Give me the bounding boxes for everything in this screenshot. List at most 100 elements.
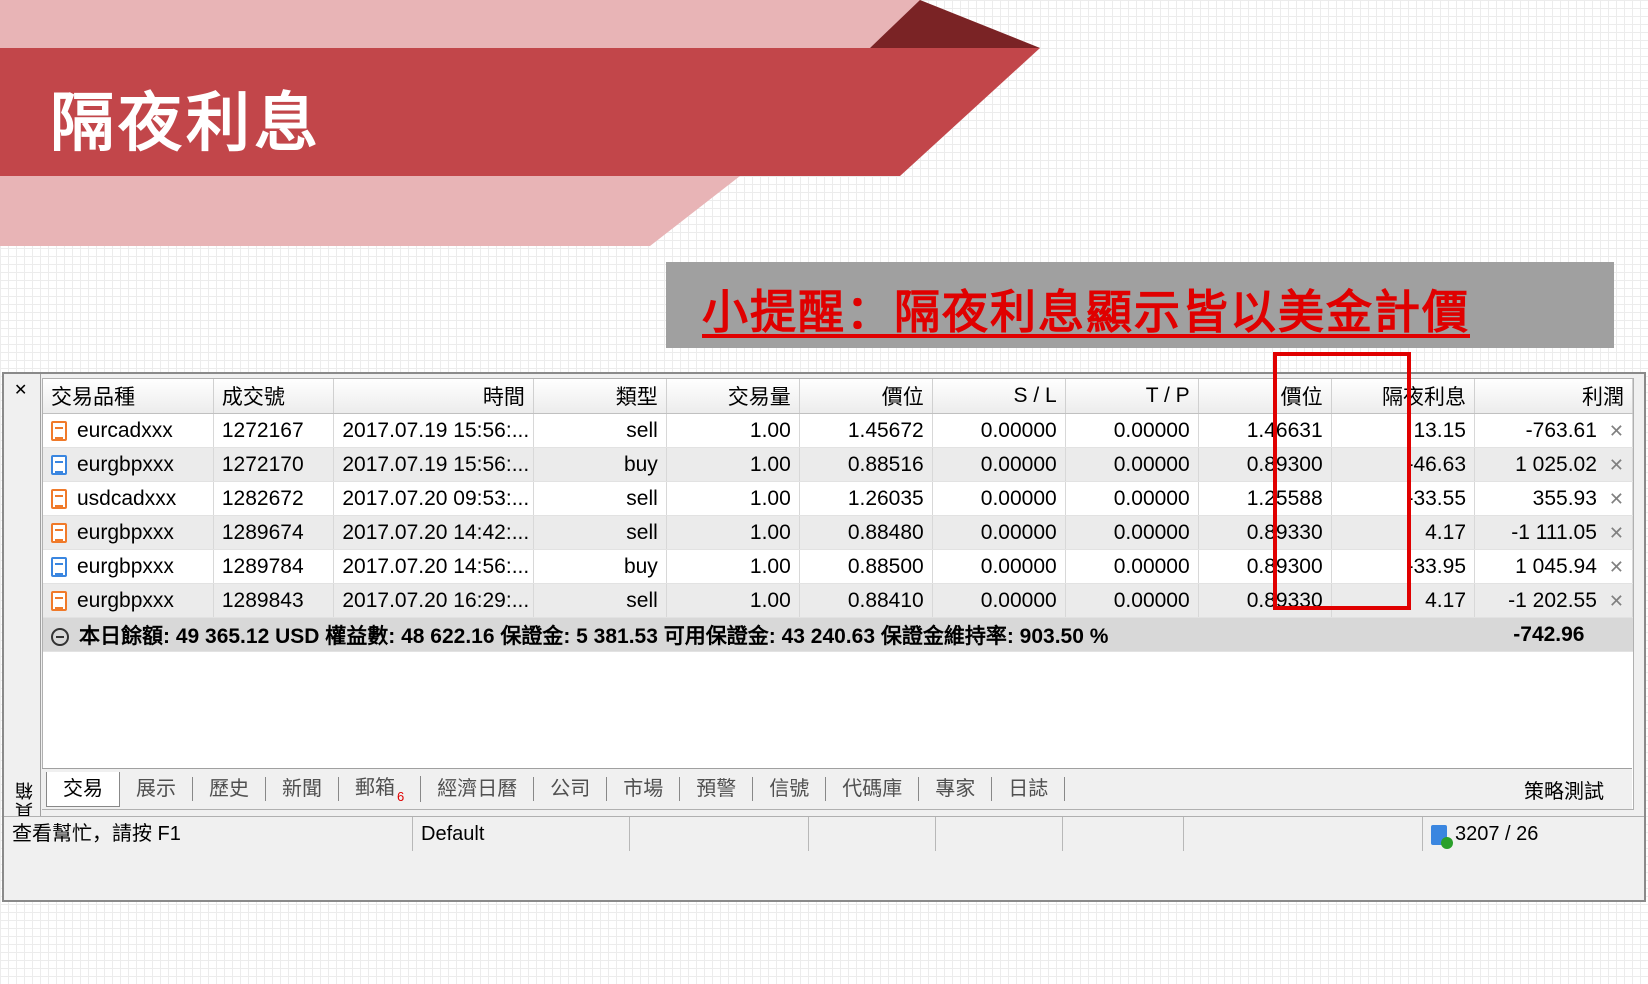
tab-news[interactable]: 新聞 bbox=[266, 777, 339, 801]
cell-tp: 0.00000 bbox=[1065, 447, 1199, 482]
tab-trade[interactable]: 交易 bbox=[46, 771, 120, 807]
title-banner: 隔夜利息 bbox=[0, 0, 1100, 260]
tab-label: 歷史 bbox=[209, 778, 249, 800]
table-row[interactable]: eurgbpxxx 1272170 2017.07.19 15:56:... buy 1… bbox=[43, 447, 1633, 482]
cell-profit: -1 111.05 ✕ bbox=[1474, 515, 1633, 550]
summary-row: 本日餘額: 49 365.12 USD 權益數: 48 622.16 保證金: … bbox=[43, 617, 1633, 652]
col-profit-header[interactable]: 利潤 bbox=[1474, 379, 1633, 414]
tab-alerts[interactable]: 預警 bbox=[680, 777, 754, 801]
tab-journal[interactable]: 日誌 bbox=[992, 777, 1066, 801]
cell-symbol: eurgbpxxx bbox=[43, 549, 214, 584]
cell-sl: 0.00000 bbox=[932, 413, 1066, 448]
tab-label: 信號 bbox=[769, 778, 810, 800]
trade-table-area: 交易品種 成交號 時間 類型 交易量 價位 S / LT / P 價位 隔夜利息 利潤 eurca… bbox=[42, 378, 1634, 810]
col-sl-header[interactable]: S / L bbox=[932, 379, 1066, 414]
cell-open-price: 0.88410 bbox=[799, 583, 933, 618]
cell-open-price: 0.88516 bbox=[799, 447, 933, 482]
cell-sl: 0.00000 bbox=[932, 583, 1066, 618]
profit-text: -763.61 bbox=[1525, 418, 1597, 442]
cell-volume: 1.00 bbox=[666, 515, 800, 550]
table-row[interactable]: usdcadxxx 1282672 2017.07.20 09:53:... sell… bbox=[43, 481, 1633, 516]
tab-history[interactable]: 歷史 bbox=[193, 777, 266, 801]
tab-mailbox[interactable]: 郵箱 6 bbox=[339, 776, 422, 804]
tab-market[interactable]: 市場 bbox=[607, 777, 681, 801]
cell-ticket: 1289843 bbox=[213, 583, 335, 618]
cell-time: 2017.07.20 09:53:... bbox=[333, 481, 534, 516]
table-row[interactable]: eurgbpxxx 1289843 2017.07.20 16:29:... sell… bbox=[43, 583, 1633, 618]
cell-tp: 0.00000 bbox=[1065, 549, 1199, 584]
cell-open-price: 0.88500 bbox=[799, 549, 933, 584]
tab-exposure[interactable]: 展示 bbox=[120, 777, 193, 801]
col-swap-header[interactable]: 隔夜利息 bbox=[1331, 379, 1476, 414]
close-order-icon[interactable]: ✕ bbox=[1609, 557, 1624, 577]
cell-price: 0.89300 bbox=[1198, 549, 1332, 584]
tab-label: 專家 bbox=[935, 778, 976, 800]
tab-company[interactable]: 公司 bbox=[534, 777, 608, 801]
traffic-value: 3207 / 26 bbox=[1455, 823, 1539, 845]
cell-symbol: eurgbpxxx bbox=[43, 583, 214, 618]
col-type-header[interactable]: 類型 bbox=[533, 379, 667, 414]
table-header: 交易品種 成交號 時間 類型 交易量 價位 S / LT / P 價位 隔夜利息 利潤 bbox=[43, 379, 1633, 414]
status-empty-5 bbox=[1184, 817, 1423, 851]
table-row[interactable]: eurcadxxx 1272167 2017.07.19 15:56:... sell… bbox=[43, 413, 1633, 448]
tab-economic-calendar[interactable]: 經濟日曆 bbox=[421, 777, 535, 801]
cell-profit: -763.61 ✕ bbox=[1474, 413, 1633, 448]
profit-text: -1 111.05 bbox=[1511, 520, 1597, 544]
close-order-icon[interactable]: ✕ bbox=[1609, 455, 1624, 475]
tab-label: 新聞 bbox=[282, 778, 322, 800]
close-order-icon[interactable]: ✕ bbox=[1609, 421, 1624, 441]
banner-title: 隔夜利息 bbox=[50, 86, 322, 161]
cell-time: 2017.07.20 14:42:... bbox=[333, 515, 534, 550]
tab-strategy-tester[interactable]: 策略測試 bbox=[1524, 775, 1604, 804]
col-tp-header[interactable]: T / P bbox=[1065, 379, 1199, 414]
summary-cell: 本日餘額: 49 365.12 USD 權益數: 48 622.16 保證金: … bbox=[43, 617, 1475, 652]
close-order-icon[interactable]: ✕ bbox=[1609, 523, 1624, 543]
table-row[interactable]: eurgbpxxx 1289674 2017.07.20 14:42:... sell… bbox=[43, 515, 1633, 550]
status-empty-4 bbox=[1063, 817, 1184, 851]
tab-label: 展示 bbox=[136, 778, 176, 800]
tab-bar: 交易 展示 歷史 新聞 郵箱 6 經濟日曆 公司 市場 預警 信號 代碼庫 專家 日誌 策略測試 bbox=[42, 768, 1632, 809]
cell-volume: 1.00 bbox=[666, 583, 800, 618]
close-order-icon[interactable]: ✕ bbox=[1609, 591, 1624, 611]
col-time-header[interactable]: 時間 bbox=[333, 379, 534, 414]
tab-label: 郵箱 bbox=[355, 777, 395, 799]
cell-price: 1.46631 bbox=[1198, 413, 1332, 448]
tab-label: 代碼庫 bbox=[842, 778, 903, 800]
close-order-icon[interactable]: ✕ bbox=[1609, 489, 1624, 509]
cell-sl: 0.00000 bbox=[932, 447, 1066, 482]
symbol-text: eurgbpxxx bbox=[77, 588, 174, 612]
summary-total: -742.96 bbox=[1474, 617, 1633, 652]
cell-open-price: 1.26035 bbox=[799, 481, 933, 516]
cell-profit: 355.93 ✕ bbox=[1474, 481, 1633, 516]
tab-signals[interactable]: 信號 bbox=[753, 777, 827, 801]
cell-swap: 4.17 bbox=[1331, 515, 1476, 550]
col-price-header[interactable]: 價位 bbox=[1198, 379, 1332, 414]
status-profile: Default bbox=[413, 817, 630, 851]
col-open-price-header[interactable]: 價位 bbox=[799, 379, 933, 414]
cell-open-price: 0.88480 bbox=[799, 515, 933, 550]
tab-experts[interactable]: 專家 bbox=[919, 777, 993, 801]
table-row[interactable]: eurgbpxxx 1289784 2017.07.20 14:56:... buy 1… bbox=[43, 549, 1633, 584]
sell-order-icon bbox=[51, 590, 67, 611]
cell-price: 0.89300 bbox=[1198, 447, 1332, 482]
cell-type: buy bbox=[533, 447, 667, 482]
cell-profit: 1 025.02 ✕ bbox=[1474, 447, 1633, 482]
cell-tp: 0.00000 bbox=[1065, 481, 1199, 516]
profit-text: -1 202.55 bbox=[1508, 588, 1597, 612]
tab-label: 日誌 bbox=[1008, 778, 1049, 800]
trade-table: 交易品種 成交號 時間 類型 交易量 價位 S / LT / P 價位 隔夜利息 利潤 eurca… bbox=[43, 379, 1633, 652]
col-ticket-header[interactable]: 成交號 bbox=[213, 379, 335, 414]
cell-ticket: 1272170 bbox=[213, 447, 335, 482]
profit-text: 355.93 bbox=[1532, 486, 1597, 510]
status-empty-2 bbox=[809, 817, 936, 851]
col-symbol-header[interactable]: 交易品種 bbox=[43, 379, 214, 414]
close-icon[interactable]: ✕ bbox=[14, 380, 27, 400]
symbol-text: eurcadxxx bbox=[77, 418, 173, 442]
tab-code-base[interactable]: 代碼庫 bbox=[826, 777, 920, 801]
cell-swap: 4.17 bbox=[1331, 583, 1476, 618]
col-volume-header[interactable]: 交易量 bbox=[666, 379, 800, 414]
connection-icon bbox=[1431, 824, 1453, 849]
collapse-icon[interactable] bbox=[51, 627, 69, 646]
cell-price: 0.89330 bbox=[1198, 515, 1332, 550]
tip-text: 小提醒：隔夜利息顯示皆以美金計價 bbox=[702, 285, 1470, 339]
